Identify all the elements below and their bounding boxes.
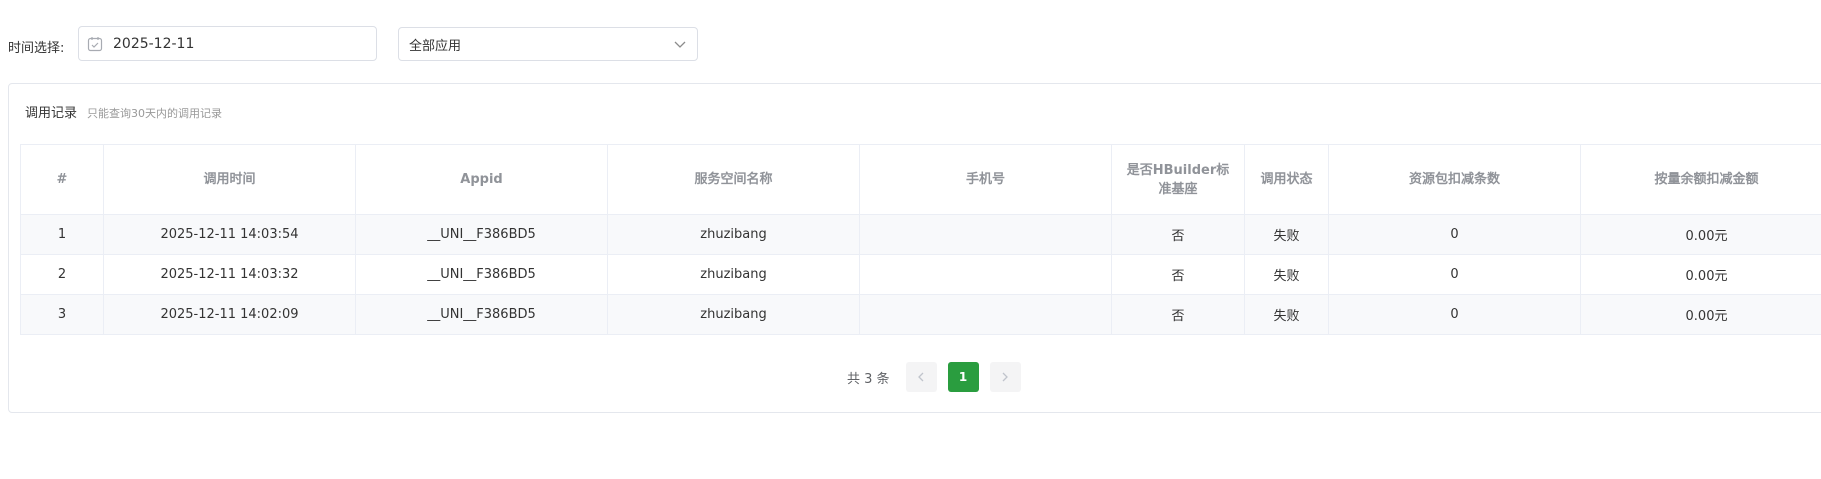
calendar-icon [87, 36, 103, 52]
pagination-total: 共 3 条 [847, 371, 890, 387]
cell-call-time: 2025-12-11 14:03:32 [103, 254, 356, 295]
date-picker[interactable] [78, 26, 377, 61]
cell-balance-deduct: 0.00元 [1580, 254, 1821, 295]
card-header: 调用记录 只能查询30天内的调用记录 [25, 102, 222, 121]
cell-space-name: zhuzibang [607, 214, 860, 255]
column-header-space-name: 服务空间名称 [607, 144, 860, 215]
time-select-label: 时间选择: [8, 41, 65, 56]
records-table: # 调用时间 Appid 服务空间名称 手机号 是否HBuilder标准基座 调… [20, 144, 1821, 335]
cell-index: 1 [20, 214, 104, 255]
cell-hbuilder-base: 否 [1111, 214, 1245, 255]
column-header-call-status: 调用状态 [1244, 144, 1329, 215]
app-select[interactable]: 全部应用 [398, 27, 698, 61]
next-page-button[interactable] [989, 362, 1021, 392]
cell-call-status: 失败 [1244, 214, 1329, 255]
cell-phone [859, 254, 1112, 295]
chevron-left-icon [918, 372, 924, 382]
cell-appid: __UNI__F386BD5 [355, 254, 608, 295]
column-header-package-deduct: 资源包扣减条数 [1328, 144, 1581, 215]
cell-call-time: 2025-12-11 14:03:54 [103, 214, 356, 255]
column-header-appid: Appid [355, 144, 608, 215]
app-select-value: 全部应用 [409, 38, 462, 54]
page-button-current[interactable]: 1 [947, 362, 979, 392]
cell-call-status: 失败 [1244, 294, 1329, 335]
prev-page-button[interactable] [905, 362, 937, 392]
records-table-wrap: # 调用时间 Appid 服务空间名称 手机号 是否HBuilder标准基座 调… [20, 144, 1821, 335]
cell-index: 3 [20, 294, 104, 335]
cell-package-deduct: 0 [1328, 294, 1581, 335]
cell-hbuilder-base: 否 [1111, 294, 1245, 335]
column-header-balance-deduct: 按量余额扣减金额 [1580, 144, 1821, 215]
date-input[interactable] [111, 34, 355, 53]
table-row: 1 2025-12-11 14:03:54 __UNI__F386BD5 zhu… [20, 214, 1821, 255]
cell-appid: __UNI__F386BD5 [355, 214, 608, 255]
cell-balance-deduct: 0.00元 [1580, 214, 1821, 255]
column-header-hbuilder-base: 是否HBuilder标准基座 [1111, 144, 1245, 215]
card-subtitle: 只能查询30天内的调用记录 [87, 107, 223, 120]
column-header-hbuilder-base-text: 是否HBuilder标准基座 [1126, 162, 1230, 197]
cell-package-deduct: 0 [1328, 214, 1581, 255]
cell-space-name: zhuzibang [607, 254, 860, 295]
column-header-call-time: 调用时间 [103, 144, 356, 215]
cell-phone [859, 294, 1112, 335]
table-row: 2 2025-12-11 14:03:32 __UNI__F386BD5 zhu… [20, 254, 1821, 295]
cell-package-deduct: 0 [1328, 254, 1581, 295]
table-header-row: # 调用时间 Appid 服务空间名称 手机号 是否HBuilder标准基座 调… [20, 144, 1821, 215]
pagination: 共 3 条 1 [847, 362, 1032, 392]
cell-index: 2 [20, 254, 104, 295]
cell-balance-deduct: 0.00元 [1580, 294, 1821, 335]
column-header-phone: 手机号 [859, 144, 1112, 215]
cell-call-status: 失败 [1244, 254, 1329, 295]
column-header-index: # [20, 144, 104, 215]
cell-space-name: zhuzibang [607, 294, 860, 335]
chevron-right-icon [1002, 372, 1008, 382]
cell-hbuilder-base: 否 [1111, 254, 1245, 295]
chevron-down-icon [673, 37, 687, 51]
call-records-card: 调用记录 只能查询30天内的调用记录 # 调用时间 Appid 服务空间名称 手… [8, 83, 1821, 413]
card-title: 调用记录 [25, 106, 78, 121]
table-row: 3 2025-12-11 14:02:09 __UNI__F386BD5 zhu… [20, 294, 1821, 335]
cell-phone [859, 214, 1112, 255]
cell-call-time: 2025-12-11 14:02:09 [103, 294, 356, 335]
cell-appid: __UNI__F386BD5 [355, 294, 608, 335]
